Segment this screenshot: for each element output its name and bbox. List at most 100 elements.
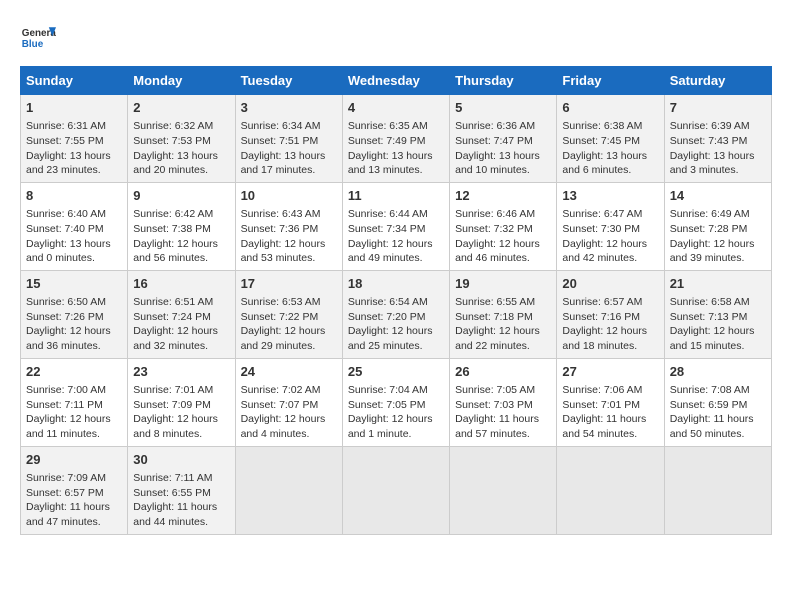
sunset: Sunset: 7:24 PM bbox=[133, 311, 211, 323]
daylight-label: Daylight: 12 hours and 11 minutes. bbox=[26, 413, 111, 440]
sunset: Sunset: 7:40 PM bbox=[26, 223, 104, 235]
daylight-label: Daylight: 12 hours and 32 minutes. bbox=[133, 325, 218, 352]
week-row-1: 1Sunrise: 6:31 AMSunset: 7:55 PMDaylight… bbox=[21, 95, 772, 183]
calendar-cell: 23Sunrise: 7:01 AMSunset: 7:09 PMDayligh… bbox=[128, 358, 235, 446]
day-number: 5 bbox=[455, 99, 551, 117]
sunset: Sunset: 7:45 PM bbox=[562, 135, 640, 147]
sunrise: Sunrise: 6:36 AM bbox=[455, 120, 535, 132]
calendar-cell: 25Sunrise: 7:04 AMSunset: 7:05 PMDayligh… bbox=[342, 358, 449, 446]
day-number: 4 bbox=[348, 99, 444, 117]
sunrise: Sunrise: 6:58 AM bbox=[670, 296, 750, 308]
day-number: 18 bbox=[348, 275, 444, 293]
day-header-thursday: Thursday bbox=[450, 67, 557, 95]
week-row-4: 22 Sunrise: 7:00 AM Sunset: 7:11 PM Dayligh… bbox=[21, 358, 772, 446]
calendar-cell: 21Sunrise: 6:58 AMSunset: 7:13 PMDayligh… bbox=[664, 270, 771, 358]
calendar-cell: 16Sunrise: 6:51 AMSunset: 7:24 PMDayligh… bbox=[128, 270, 235, 358]
sunrise: Sunrise: 6:46 AM bbox=[455, 208, 535, 220]
sunset: Sunset: 7:01 PM bbox=[562, 399, 640, 411]
daylight-label: Daylight: 12 hours and 29 minutes. bbox=[241, 325, 326, 352]
calendar-cell: 11Sunrise: 6:44 AMSunset: 7:34 PMDayligh… bbox=[342, 182, 449, 270]
daylight-label: Daylight: 11 hours and 54 minutes. bbox=[562, 413, 646, 440]
daylight-label: Daylight: 12 hours and 8 minutes. bbox=[133, 413, 218, 440]
sunset: Sunset: 7:22 PM bbox=[241, 311, 319, 323]
day-number: 22 bbox=[26, 363, 122, 381]
sunrise: Sunrise: 7:02 AM bbox=[241, 384, 321, 396]
sunset: Sunset: 7:28 PM bbox=[670, 223, 748, 235]
calendar-cell: 12Sunrise: 6:46 AMSunset: 7:32 PMDayligh… bbox=[450, 182, 557, 270]
sunrise: Sunrise: 6:47 AM bbox=[562, 208, 642, 220]
sunrise: Sunrise: 7:04 AM bbox=[348, 384, 428, 396]
week-row-5: 29Sunrise: 7:09 AMSunset: 6:57 PMDayligh… bbox=[21, 446, 772, 534]
sunrise: Sunrise: 6:50 AM bbox=[26, 296, 106, 308]
calendar-cell: 17Sunrise: 6:53 AMSunset: 7:22 PMDayligh… bbox=[235, 270, 342, 358]
daylight-label: Daylight: 13 hours and 23 minutes. bbox=[26, 150, 111, 177]
sunrise: Sunrise: 6:32 AM bbox=[133, 120, 213, 132]
calendar-cell: 8Sunrise: 6:40 AMSunset: 7:40 PMDaylight… bbox=[21, 182, 128, 270]
sunrise: Sunrise: 6:31 AM bbox=[26, 120, 106, 132]
sunrise: Sunrise: 7:06 AM bbox=[562, 384, 642, 396]
daylight-label: Daylight: 13 hours and 0 minutes. bbox=[26, 238, 111, 265]
sunrise: Sunrise: 7:01 AM bbox=[133, 384, 213, 396]
daylight-label: Daylight: 12 hours and 4 minutes. bbox=[241, 413, 326, 440]
day-header-wednesday: Wednesday bbox=[342, 67, 449, 95]
daylight-label: Daylight: 12 hours and 46 minutes. bbox=[455, 238, 540, 265]
day-number: 2 bbox=[133, 99, 229, 117]
calendar-cell: 14 Sunrise: 6:49 AM Sunset: 7:28 PM Dayligh… bbox=[664, 182, 771, 270]
sunrise: Sunrise: 6:39 AM bbox=[670, 120, 750, 132]
day-number: 16 bbox=[133, 275, 229, 293]
sunset: Sunset: 7:07 PM bbox=[241, 399, 319, 411]
sunset: Sunset: 7:49 PM bbox=[348, 135, 426, 147]
calendar-cell bbox=[664, 446, 771, 534]
day-number: 7 bbox=[670, 99, 766, 117]
calendar-cell: 1Sunrise: 6:31 AMSunset: 7:55 PMDaylight… bbox=[21, 95, 128, 183]
svg-text:Blue: Blue bbox=[22, 39, 44, 50]
sunrise: Sunrise: 7:00 AM bbox=[26, 384, 106, 396]
daylight-label: Daylight: 11 hours and 44 minutes. bbox=[133, 501, 217, 528]
calendar-cell: 10Sunrise: 6:43 AMSunset: 7:36 PMDayligh… bbox=[235, 182, 342, 270]
day-number: 24 bbox=[241, 363, 337, 381]
sunrise: Sunrise: 6:54 AM bbox=[348, 296, 428, 308]
sunrise: Sunrise: 6:49 AM bbox=[670, 208, 750, 220]
calendar-cell: 13Sunrise: 6:47 AMSunset: 7:30 PMDayligh… bbox=[557, 182, 664, 270]
calendar-cell: 28Sunrise: 7:08 AMSunset: 6:59 PMDayligh… bbox=[664, 358, 771, 446]
calendar-cell: 9Sunrise: 6:42 AMSunset: 7:38 PMDaylight… bbox=[128, 182, 235, 270]
sunset: Sunset: 7:26 PM bbox=[26, 311, 104, 323]
calendar-table: SundayMondayTuesdayWednesdayThursdayFrid… bbox=[20, 66, 772, 535]
day-number: 19 bbox=[455, 275, 551, 293]
day-number: 17 bbox=[241, 275, 337, 293]
sunset: Sunset: 7:11 PM bbox=[26, 399, 103, 411]
sunset: Sunset: 6:57 PM bbox=[26, 487, 104, 499]
sunrise: Sunrise: 6:40 AM bbox=[26, 208, 106, 220]
sunset: Sunset: 7:20 PM bbox=[348, 311, 426, 323]
day-number: 11 bbox=[348, 187, 444, 205]
calendar-cell: 3Sunrise: 6:34 AMSunset: 7:51 PMDaylight… bbox=[235, 95, 342, 183]
week-row-3: 15 Sunrise: 6:50 AM Sunset: 7:26 PM Dayligh… bbox=[21, 270, 772, 358]
daylight-label: Daylight: 12 hours and 22 minutes. bbox=[455, 325, 540, 352]
sunset: Sunset: 7:51 PM bbox=[241, 135, 319, 147]
daylight-label: Daylight: 12 hours and 42 minutes. bbox=[562, 238, 647, 265]
sunset: Sunset: 7:32 PM bbox=[455, 223, 533, 235]
calendar-cell: 5Sunrise: 6:36 AMSunset: 7:47 PMDaylight… bbox=[450, 95, 557, 183]
daylight-label: Daylight: 12 hours and 18 minutes. bbox=[562, 325, 647, 352]
logo-icon: General Blue bbox=[20, 20, 56, 56]
day-number: 26 bbox=[455, 363, 551, 381]
day-number: 14 bbox=[670, 187, 766, 205]
daylight-label: Daylight: 12 hours and 56 minutes. bbox=[133, 238, 218, 265]
calendar-cell: 29Sunrise: 7:09 AMSunset: 6:57 PMDayligh… bbox=[21, 446, 128, 534]
day-number: 15 bbox=[26, 275, 122, 293]
calendar-cell: 2Sunrise: 6:32 AMSunset: 7:53 PMDaylight… bbox=[128, 95, 235, 183]
calendar-cell: 18Sunrise: 6:54 AMSunset: 7:20 PMDayligh… bbox=[342, 270, 449, 358]
daylight-label: Daylight: 12 hours and 39 minutes. bbox=[670, 238, 755, 265]
day-number: 20 bbox=[562, 275, 658, 293]
daylight-label: Daylight: 11 hours and 50 minutes. bbox=[670, 413, 754, 440]
sunset: Sunset: 7:38 PM bbox=[133, 223, 211, 235]
daylight-label: Daylight: 12 hours and 15 minutes. bbox=[670, 325, 755, 352]
sunset: Sunset: 7:16 PM bbox=[562, 311, 640, 323]
calendar-cell: 6Sunrise: 6:38 AMSunset: 7:45 PMDaylight… bbox=[557, 95, 664, 183]
daylight-label: Daylight: 12 hours and 36 minutes. bbox=[26, 325, 111, 352]
sunset: Sunset: 7:36 PM bbox=[241, 223, 319, 235]
daylight-label: Daylight: 13 hours and 3 minutes. bbox=[670, 150, 755, 177]
logo: General Blue bbox=[20, 20, 56, 56]
day-number: 28 bbox=[670, 363, 766, 381]
calendar-cell: 15 Sunrise: 6:50 AM Sunset: 7:26 PM Dayligh… bbox=[21, 270, 128, 358]
